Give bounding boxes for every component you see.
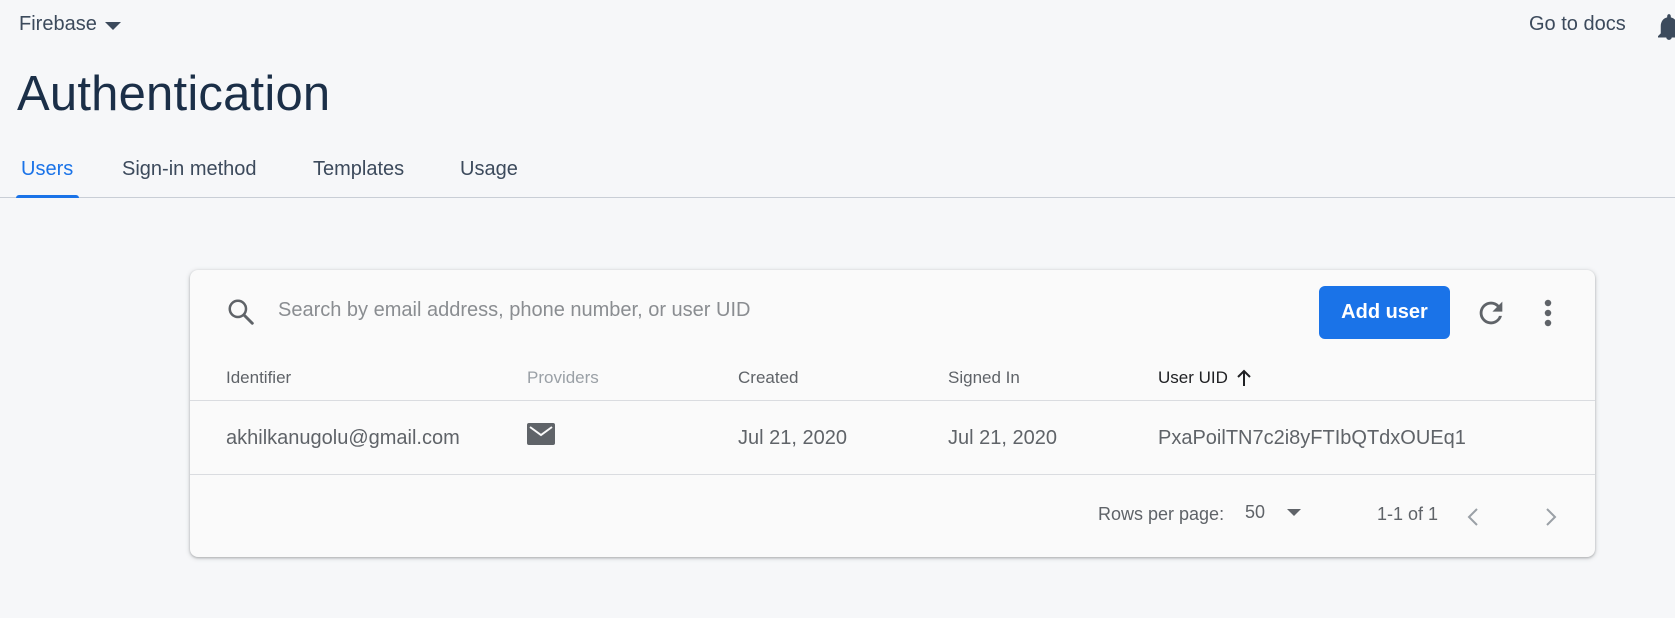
pagination-range: 1-1 of 1 — [1377, 504, 1439, 524]
mail-icon — [527, 423, 555, 445]
tab-usage[interactable]: Usage — [460, 158, 518, 181]
tab-bar: Users Sign-in method Templates Usage — [0, 140, 1675, 198]
row-identifier: akhilkanugolu@gmail.com — [226, 427, 460, 449]
column-header-providers: Providers — [527, 368, 599, 387]
more-vert-icon[interactable] — [1542, 298, 1554, 328]
rows-per-page-value: 50 — [1245, 502, 1266, 522]
row-divider — [190, 474, 1595, 475]
chevron-left-icon[interactable] — [1466, 507, 1480, 527]
column-header-signed-in: Signed In — [948, 368, 1020, 387]
top-bar: Firebase Go to docs — [0, 0, 1675, 56]
tab-templates[interactable]: Templates — [313, 158, 404, 181]
row-created: Jul 21, 2020 — [738, 427, 847, 449]
column-header-user-uid[interactable]: User UID — [1158, 368, 1252, 388]
go-to-docs-link[interactable]: Go to docs — [1529, 13, 1626, 36]
chevron-down-icon — [104, 21, 121, 30]
bell-icon[interactable] — [1658, 12, 1675, 42]
arrow-up-icon — [1237, 369, 1251, 386]
header-divider — [190, 400, 1595, 401]
chevron-down-icon — [1287, 509, 1302, 516]
project-switcher[interactable]: Firebase — [19, 13, 121, 36]
row-user-uid: PxaPoilTN7c2i8yFTIbQTdxOUEq1 — [1158, 427, 1466, 449]
refresh-icon[interactable] — [1474, 296, 1508, 330]
add-user-button[interactable]: Add user — [1319, 286, 1450, 339]
rows-per-page-label: Rows per page: — [1098, 504, 1225, 524]
tab-users[interactable]: Users — [21, 158, 73, 181]
rows-per-page-select[interactable]: 50 — [1245, 502, 1302, 523]
users-table-card: Add user Identifier Providers Created Si… — [190, 270, 1595, 557]
row-signed-in: Jul 21, 2020 — [948, 427, 1057, 449]
active-tab-indicator — [16, 195, 79, 198]
tab-sign-in-method[interactable]: Sign-in method — [122, 158, 257, 181]
column-header-created: Created — [738, 368, 799, 387]
user-uid-header-label: User UID — [1158, 368, 1228, 387]
chevron-right-icon[interactable] — [1544, 507, 1558, 527]
search-icon — [228, 299, 254, 325]
column-header-identifier: Identifier — [226, 368, 292, 387]
project-name: Firebase — [19, 13, 97, 35]
page-title: Authentication — [17, 67, 331, 121]
search-input[interactable] — [278, 294, 1078, 326]
